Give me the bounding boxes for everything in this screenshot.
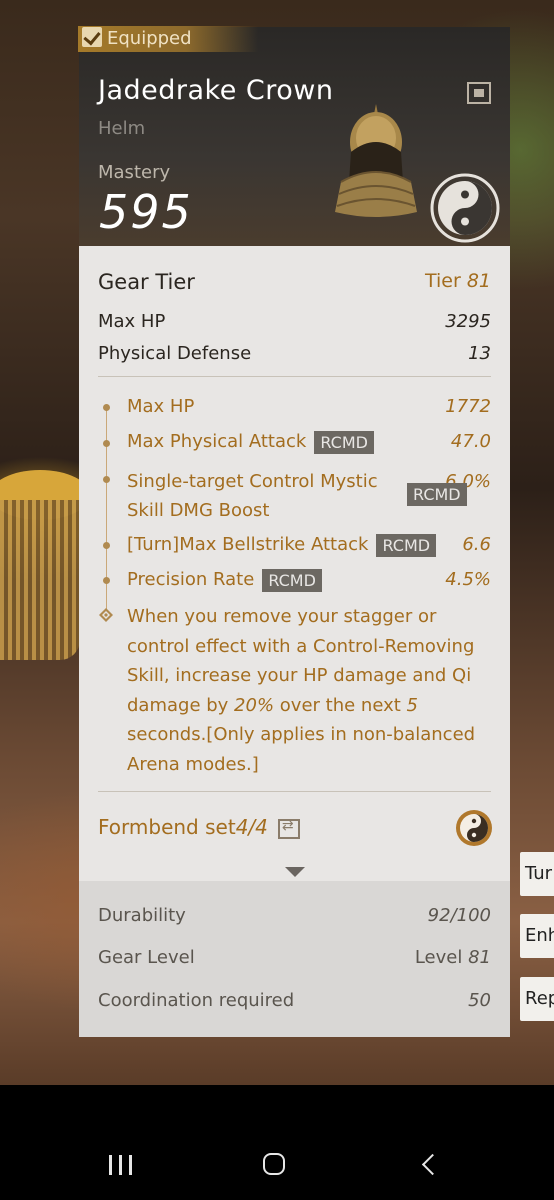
arrow-down-icon[interactable] [285, 867, 305, 877]
bullet-dot [103, 476, 110, 483]
gear-tier-number: 81 [466, 270, 491, 292]
coordination-number: 50 [468, 990, 491, 1011]
nav-home-icon[interactable] [263, 1153, 285, 1175]
bonus-stat-label: Max Physical Attack [127, 431, 307, 452]
coordination-row: Coordination required 50 [98, 990, 491, 1014]
set-label: Formbend set [98, 815, 236, 839]
set-row: Formbend set4/4 [98, 815, 300, 839]
check-icon [82, 27, 102, 47]
yin-yang-icon[interactable] [455, 809, 493, 847]
turn-button[interactable]: Tur [520, 852, 554, 896]
gear-level-label: Gear Level [98, 947, 195, 968]
bonus-stat-row: Single-target Control Mystic Skill DMG B… [127, 467, 491, 525]
base-stat-value: 3295 [445, 311, 491, 332]
durability-number: 92/100 [427, 905, 491, 926]
yin-yang-icon [430, 173, 500, 243]
helm-image [335, 104, 417, 217]
effect-seconds: 5 [406, 694, 418, 716]
base-stat-value: 13 [468, 343, 491, 364]
durability-label: Durability [98, 905, 186, 926]
coordination-value: 50 [468, 990, 491, 1011]
chest-icon[interactable] [467, 82, 491, 104]
gear-tier-label: Gear Tier [98, 270, 195, 294]
durability-row: Durability 92/100 [98, 905, 491, 929]
rcmd-badge: RCMD [376, 534, 437, 557]
divider [98, 791, 491, 792]
nav-recent-icon[interactable] [109, 1155, 133, 1175]
coordination-label: Coordination required [98, 990, 295, 1011]
item-name: Jadedrake Crown [98, 75, 334, 106]
bonus-stat-value: 47.0 [450, 431, 491, 452]
bonus-stat-label: [Turn]Max Bellstrike Attack [127, 534, 369, 555]
gear-level-value: Level 81 [415, 947, 491, 968]
base-stat-label: Max HP [98, 311, 166, 332]
gear-level-row: Gear Level Level 81 [98, 947, 491, 971]
base-stat-row: Max HP 3295 [98, 311, 491, 335]
equipped-badge: Equipped [78, 26, 258, 52]
bonus-stat-label: Precision Rate [127, 569, 255, 590]
item-header: Equipped Jadedrake Crown Helm Mastery 59… [78, 26, 510, 246]
effect-text-3: seconds.[Only applies in non-balanced Ar… [127, 724, 476, 775]
swap-icon[interactable] [277, 818, 300, 839]
rcmd-badge: RCMD [314, 431, 374, 454]
item-stats [79, 246, 510, 881]
repair-button[interactable]: Rep [520, 977, 554, 1021]
rcmd-badge: RCMD [407, 483, 467, 506]
bullet-dot [103, 440, 110, 447]
item-type: Helm [98, 118, 146, 139]
gear-level-number: 81 [468, 947, 491, 968]
rcmd-badge: RCMD [262, 569, 322, 592]
durability-value: 92/100 [428, 905, 491, 926]
enhance-button[interactable]: Enh [520, 914, 554, 958]
bonus-stat-row: Precision Rate RCMD 4.5% [127, 569, 491, 593]
basket [0, 500, 80, 660]
item-tooltip-panel: Equipped Jadedrake Crown Helm Mastery 59… [78, 26, 510, 1037]
bullet-dot [103, 542, 110, 549]
bonus-stat-row: Max Physical Attack RCMD 47.0 [127, 431, 491, 455]
bonus-stat-row: Max HP 1772 [127, 396, 491, 420]
effect-text-2: over the next [274, 694, 407, 716]
gear-tier-row: Gear Tier Tier 81 [98, 270, 491, 296]
divider [98, 376, 491, 377]
gear-level-prefix: Level [414, 947, 463, 968]
diamond-bullet-icon [99, 608, 113, 622]
equipped-label: Equipped [107, 28, 192, 49]
gear-tier-prefix: Tier [424, 270, 461, 292]
bonus-stat-value: 6.6 [462, 534, 491, 555]
set-count: 4/4 [235, 815, 268, 839]
bonus-stat-row: [Turn]Max Bellstrike Attack RCMD 6.6 [127, 534, 491, 558]
gear-tier-value: Tier 81 [425, 270, 491, 292]
bullet-dot [103, 577, 110, 584]
bonus-stat-value: 4.5% [445, 569, 491, 590]
base-stat-label: Physical Defense [98, 343, 252, 364]
mastery-label: Mastery [98, 162, 171, 183]
bonus-stat-value: 1772 [445, 396, 491, 417]
effect-percent: 20% [234, 694, 275, 716]
bonus-stat-label: Max HP [127, 396, 195, 417]
bonus-stat-label: Single-target Control Mystic Skill DMG B… [127, 471, 378, 521]
system-nav-bar [0, 1085, 554, 1200]
bullet-dot [103, 404, 110, 411]
mastery-value: 595 [99, 185, 193, 239]
special-effect-text: When you remove your stagger or control … [127, 602, 492, 779]
base-stat-row: Physical Defense 13 [98, 343, 491, 367]
